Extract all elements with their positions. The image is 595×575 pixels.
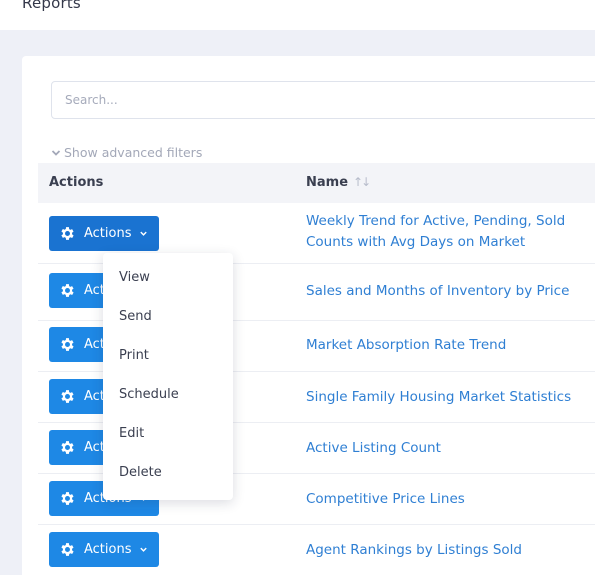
table-header: Actions Name ↑↓	[38, 163, 595, 203]
row-actions-button[interactable]: Actions	[49, 532, 159, 567]
menu-item-send[interactable]: Send	[119, 309, 152, 324]
actions-dropdown-menu: View Send Print Schedule Edit Delete	[103, 253, 233, 500]
gear-icon	[61, 492, 74, 505]
menu-item-print[interactable]: Print	[119, 348, 149, 363]
gear-icon	[61, 338, 74, 351]
column-header-name-label: Name	[306, 175, 349, 190]
gear-icon	[61, 227, 74, 240]
menu-item-view[interactable]: View	[119, 270, 150, 285]
report-name-link[interactable]: Market Absorption Rate Trend	[306, 335, 586, 356]
report-name-link[interactable]: Sales and Months of Inventory by Price	[306, 281, 586, 302]
menu-item-delete[interactable]: Delete	[119, 465, 162, 480]
chevron-down-icon	[51, 149, 61, 156]
row-divider	[38, 524, 595, 525]
page-title: Reports	[22, 0, 81, 12]
menu-item-edit[interactable]: Edit	[119, 426, 144, 441]
column-header-name[interactable]: Name ↑↓	[306, 175, 371, 190]
advanced-filters-label: Show advanced filters	[64, 145, 203, 160]
gear-icon	[61, 284, 74, 297]
gear-icon	[61, 390, 74, 403]
top-header: Reports	[0, 0, 595, 30]
row-actions-label: Actions	[84, 226, 132, 241]
row-actions-label: Actions	[84, 542, 132, 557]
report-name-link[interactable]: Agent Rankings by Listings Sold	[306, 540, 586, 561]
search-input[interactable]	[51, 81, 595, 119]
report-name-link[interactable]: Competitive Price Lines	[306, 489, 586, 510]
row-actions-button[interactable]: Actions	[49, 216, 159, 251]
gear-icon	[61, 543, 74, 556]
sort-icon[interactable]: ↑↓	[353, 175, 371, 189]
chevron-down-icon	[139, 547, 147, 552]
advanced-filters-toggle[interactable]: Show advanced filters	[51, 145, 202, 160]
column-header-actions: Actions	[49, 175, 104, 190]
gear-icon	[61, 441, 74, 454]
chevron-down-icon	[139, 231, 147, 236]
report-name-link[interactable]: Weekly Trend for Active, Pending, Sold C…	[306, 211, 586, 253]
report-name-link[interactable]: Active Listing Count	[306, 438, 586, 459]
report-name-link[interactable]: Single Family Housing Market Statistics	[306, 387, 586, 408]
menu-item-schedule[interactable]: Schedule	[119, 387, 179, 402]
